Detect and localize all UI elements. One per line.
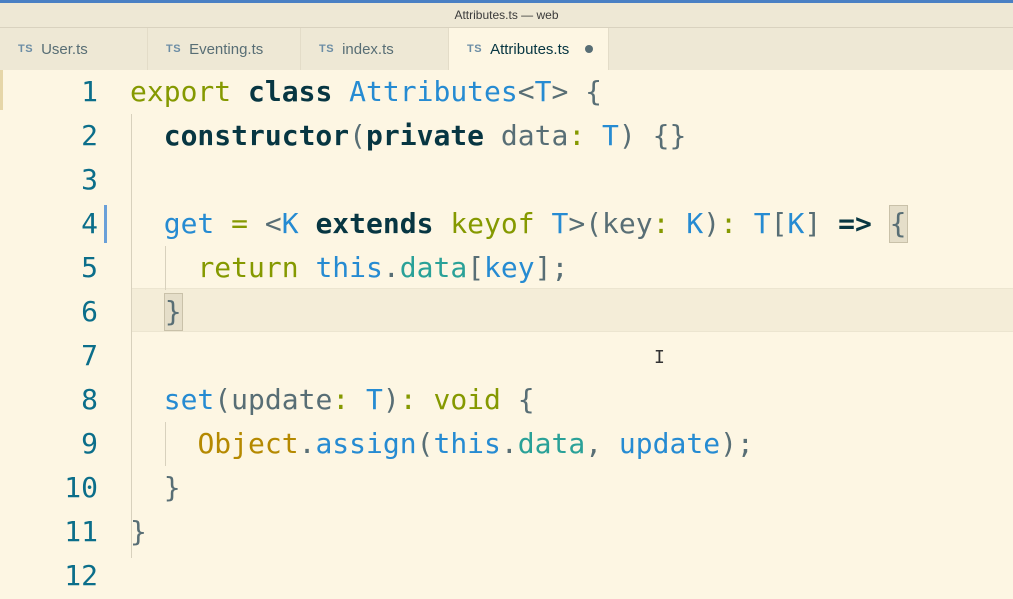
code-line-1: 1 export class Attributes<T> {	[0, 70, 1013, 114]
tab-eventing-ts[interactable]: TS Eventing.ts	[148, 28, 301, 70]
code-text: }	[163, 471, 181, 504]
code-text: export class Attributes<T> {	[130, 75, 603, 108]
window-title: Attributes.ts — web	[454, 8, 559, 22]
tab-label: Attributes.ts	[490, 40, 570, 58]
code-line-10: 10 }	[0, 466, 1013, 510]
window-titlebar: Attributes.ts — web	[0, 0, 1013, 28]
line-number: 11	[64, 515, 98, 548]
typescript-file-icon: TS	[166, 43, 182, 55]
editor-tab-bar: TS User.ts TS Eventing.ts TS index.ts TS…	[0, 28, 1013, 70]
typescript-file-icon: TS	[319, 43, 335, 55]
code-editor[interactable]: 1 export class Attributes<T> { 2 constru…	[0, 70, 1013, 599]
line-number: 10	[64, 471, 98, 504]
line-number: 7	[81, 339, 98, 372]
line-number: 5	[81, 251, 98, 284]
line-number: 2	[81, 119, 98, 152]
code-line-11: 11 }	[0, 510, 1013, 554]
typescript-file-icon: TS	[18, 43, 34, 55]
code-line-2: 2 constructor(private data: T) {}	[0, 114, 1013, 158]
code-text: constructor(private data: T) {}	[163, 119, 687, 152]
code-text: }	[130, 515, 147, 548]
tab-label: Eventing.ts	[189, 40, 264, 58]
titlebar-accent	[0, 0, 1013, 3]
code-line-4: 4 get = <K extends keyof T>(key: K): T[K…	[0, 202, 1013, 246]
code-text: Object.assign(this.data, update);	[197, 427, 754, 460]
text-cursor-icon: I	[654, 347, 665, 368]
code-line-7: 7	[0, 334, 1013, 378]
line-number: 4	[81, 207, 98, 240]
typescript-file-icon: TS	[467, 43, 483, 55]
line-number: 8	[81, 383, 98, 416]
code-line-5: 5 return this.data[key];	[0, 246, 1013, 290]
code-text: return this.data[key];	[197, 251, 569, 284]
code-line-6: 6 }	[0, 290, 1013, 334]
line-number: 1	[81, 75, 98, 108]
line-number: 6	[81, 295, 98, 328]
code-line-3: 3	[0, 158, 1013, 202]
line-number: 9	[81, 427, 98, 460]
tab-index-ts[interactable]: TS index.ts	[301, 28, 449, 70]
tab-label: index.ts	[342, 40, 394, 58]
line-number: 12	[64, 559, 98, 592]
code-text: set(update: T): void {	[163, 383, 535, 416]
unsaved-dot-icon[interactable]	[585, 45, 594, 53]
tab-label: User.ts	[41, 40, 88, 58]
code-line-12: 12	[0, 554, 1013, 598]
code-line-9: 9 Object.assign(this.data, update);	[0, 422, 1013, 466]
code-line-8: 8 set(update: T): void {	[0, 378, 1013, 422]
code-text: get = <K extends keyof T>(key: K): T[K] …	[130, 202, 908, 246]
tab-attributes-ts[interactable]: TS Attributes.ts	[449, 28, 609, 70]
line-number: 3	[81, 163, 98, 196]
code-text: }	[130, 290, 183, 334]
tab-user-ts[interactable]: TS User.ts	[0, 28, 148, 70]
